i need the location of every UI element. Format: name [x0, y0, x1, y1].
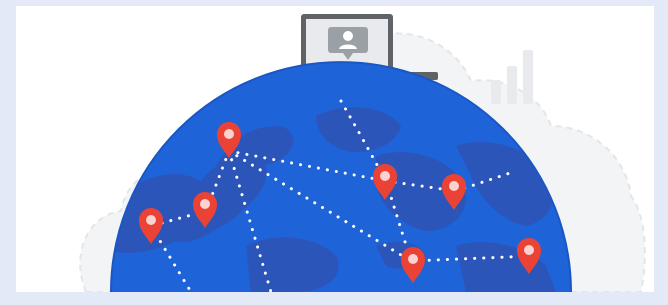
illustration-card — [16, 6, 654, 292]
globe-network-illustration — [79, 14, 646, 292]
bar-chart-icon — [491, 50, 533, 104]
